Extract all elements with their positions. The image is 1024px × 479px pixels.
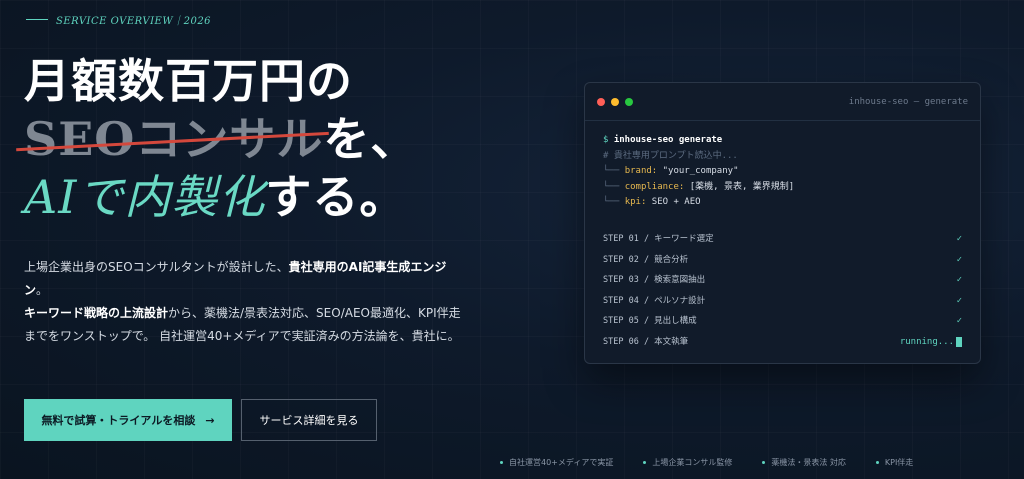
struck-text: SEOコンサル [16, 110, 330, 168]
footer-tag: KPI伴走 [875, 457, 914, 468]
footer-tag-label: KPI伴走 [884, 458, 914, 467]
footer-tag-label: 薬機法・景表法 対応 [771, 458, 846, 467]
footer-tag: 薬機法・景表法 対応 [762, 457, 846, 468]
terminal-command-line: $ inhouse-seo generate [603, 133, 962, 149]
minimize-dot-icon [611, 97, 619, 106]
terminal-command: inhouse-seo generate [613, 135, 723, 145]
description-paragraph-1: 上場企業出身のSEOコンサルタントが設計した、貴社専用のAI記事生成エンジン。 [24, 256, 464, 302]
tree-branch: └── [603, 166, 620, 176]
terminal-title: inhouse-seo — generate [848, 96, 968, 107]
footer-tag: 上場企業コンサル監修 [643, 457, 732, 468]
step-row: STEP 02 / 競合分析 ✓ [603, 250, 962, 271]
hero-description: 上場企業出身のSEOコンサルタントが設計した、貴社専用のAI記事生成エンジン。 … [24, 256, 464, 348]
service-details-button[interactable]: サービス詳細を見る [241, 399, 377, 441]
desc-text: 。 [36, 283, 49, 297]
step-label: STEP 05 / 見出し構成 [603, 316, 697, 326]
description-paragraph-2: キーワード戦略の上流設計から、薬機法/景表法対応、SEO/AEO最適化、KPI伴… [24, 302, 464, 348]
desc-highlight: キーワード戦略の上流設計 [24, 306, 169, 320]
config-line-compliance: └── compliance: [薬機, 景表, 業界規制] [603, 180, 962, 196]
config-line-brand: └── brand: "your_company" [603, 164, 962, 180]
headline-line-1: 月額数百万円の [24, 54, 353, 108]
check-icon: ✓ [956, 234, 962, 244]
terminal-titlebar: inhouse-seo — generate [585, 83, 980, 121]
eyebrow-line [26, 19, 48, 20]
free-trial-button[interactable]: 無料で試算・トライアルを相談 → [24, 399, 232, 441]
tree-branch: └── [603, 197, 620, 207]
bullet-dot-icon [500, 461, 503, 464]
tree-branch: └── [603, 181, 620, 192]
headline-line-3-rest: する。 [265, 170, 407, 224]
eyebrow-text: SERVICE OVERVIEW｜2026 [56, 16, 212, 27]
config-value: "your_company" [662, 166, 739, 176]
terminal-body: $ inhouse-seo generate # 貴社専用プロンプト読込中...… [585, 121, 980, 353]
step-label: STEP 06 / 本文執筆 [603, 336, 689, 347]
check-icon: ✓ [956, 275, 962, 285]
config-value: [薬機, 景表, 業界規制] [689, 181, 795, 192]
arrow-right-icon: → [205, 413, 215, 427]
headline-line-3: AIで内製化する。 [24, 168, 417, 226]
step-label: STEP 04 / ペルソナ設計 [603, 295, 706, 306]
step-label: STEP 03 / 検索意図抽出 [603, 275, 706, 285]
footer-tag-label: 上場企業コンサル監修 [652, 458, 733, 467]
config-key: kpi: [624, 197, 647, 207]
step-row: STEP 04 / ペルソナ設計 ✓ [603, 291, 962, 312]
service-details-label: サービス詳細を見る [259, 414, 359, 427]
running-label: running... [899, 336, 954, 347]
maximize-dot-icon [625, 97, 633, 106]
step-label: STEP 01 / キーワード選定 [603, 234, 714, 244]
step-row: STEP 01 / キーワード選定 ✓ [603, 230, 962, 251]
terminal-comment: # 貴社専用プロンプト読込中... [603, 150, 738, 161]
terminal-window: inhouse-seo — generate $ inhouse-seo gen… [584, 82, 981, 364]
step-row: STEP 05 / 見出し構成 ✓ [603, 312, 962, 333]
footer-tag: 自社運営40+メディアで実証 [500, 457, 613, 468]
prompt-symbol: $ [603, 135, 609, 145]
bullet-dot-icon [643, 461, 647, 464]
step-label: STEP 02 / 競合分析 [603, 254, 689, 265]
check-icon: ✓ [956, 295, 962, 306]
check-icon: ✓ [956, 254, 962, 265]
headline-accent: AIで内製化 [24, 170, 266, 224]
footer-tags: 自社運営40+メディアで実証 上場企業コンサル監修 薬機法・景表法 対応 KPI… [500, 457, 913, 468]
config-key: brand: [624, 166, 658, 176]
step-list: STEP 01 / キーワード選定 ✓ STEP 02 / 競合分析 ✓ STE… [603, 230, 962, 353]
check-icon: ✓ [956, 316, 962, 326]
bullet-dot-icon [762, 461, 766, 464]
config-key: compliance: [624, 181, 685, 192]
footer-tag-label: 自社運営40+メディアで実証 [509, 458, 614, 467]
step-row: STEP 03 / 検索意図抽出 ✓ [603, 271, 962, 292]
headline-line-2: SEOコンサル を、 [16, 110, 418, 168]
bullet-dot-icon [875, 461, 879, 464]
step-row: STEP 06 / 本文執筆 running... [603, 332, 962, 353]
close-dot-icon [597, 97, 605, 106]
hero-headline: 月額数百万円の SEOコンサル を、 AIで内製化する。 [16, 52, 418, 226]
running-status: running... [900, 335, 962, 351]
cursor-block-icon [956, 337, 962, 348]
config-line-kpi: └── kpi: SEO + AEO [603, 195, 962, 211]
free-trial-label: 無料で試算・トライアルを相談 [41, 414, 196, 427]
config-value: SEO + AEO [651, 197, 701, 207]
eyebrow: SERVICE OVERVIEW｜2026 [26, 12, 211, 27]
desc-text: 上場企業出身のSEOコンサルタントが設計した、 [24, 260, 289, 274]
headline-line-2-rest: を、 [323, 112, 418, 166]
